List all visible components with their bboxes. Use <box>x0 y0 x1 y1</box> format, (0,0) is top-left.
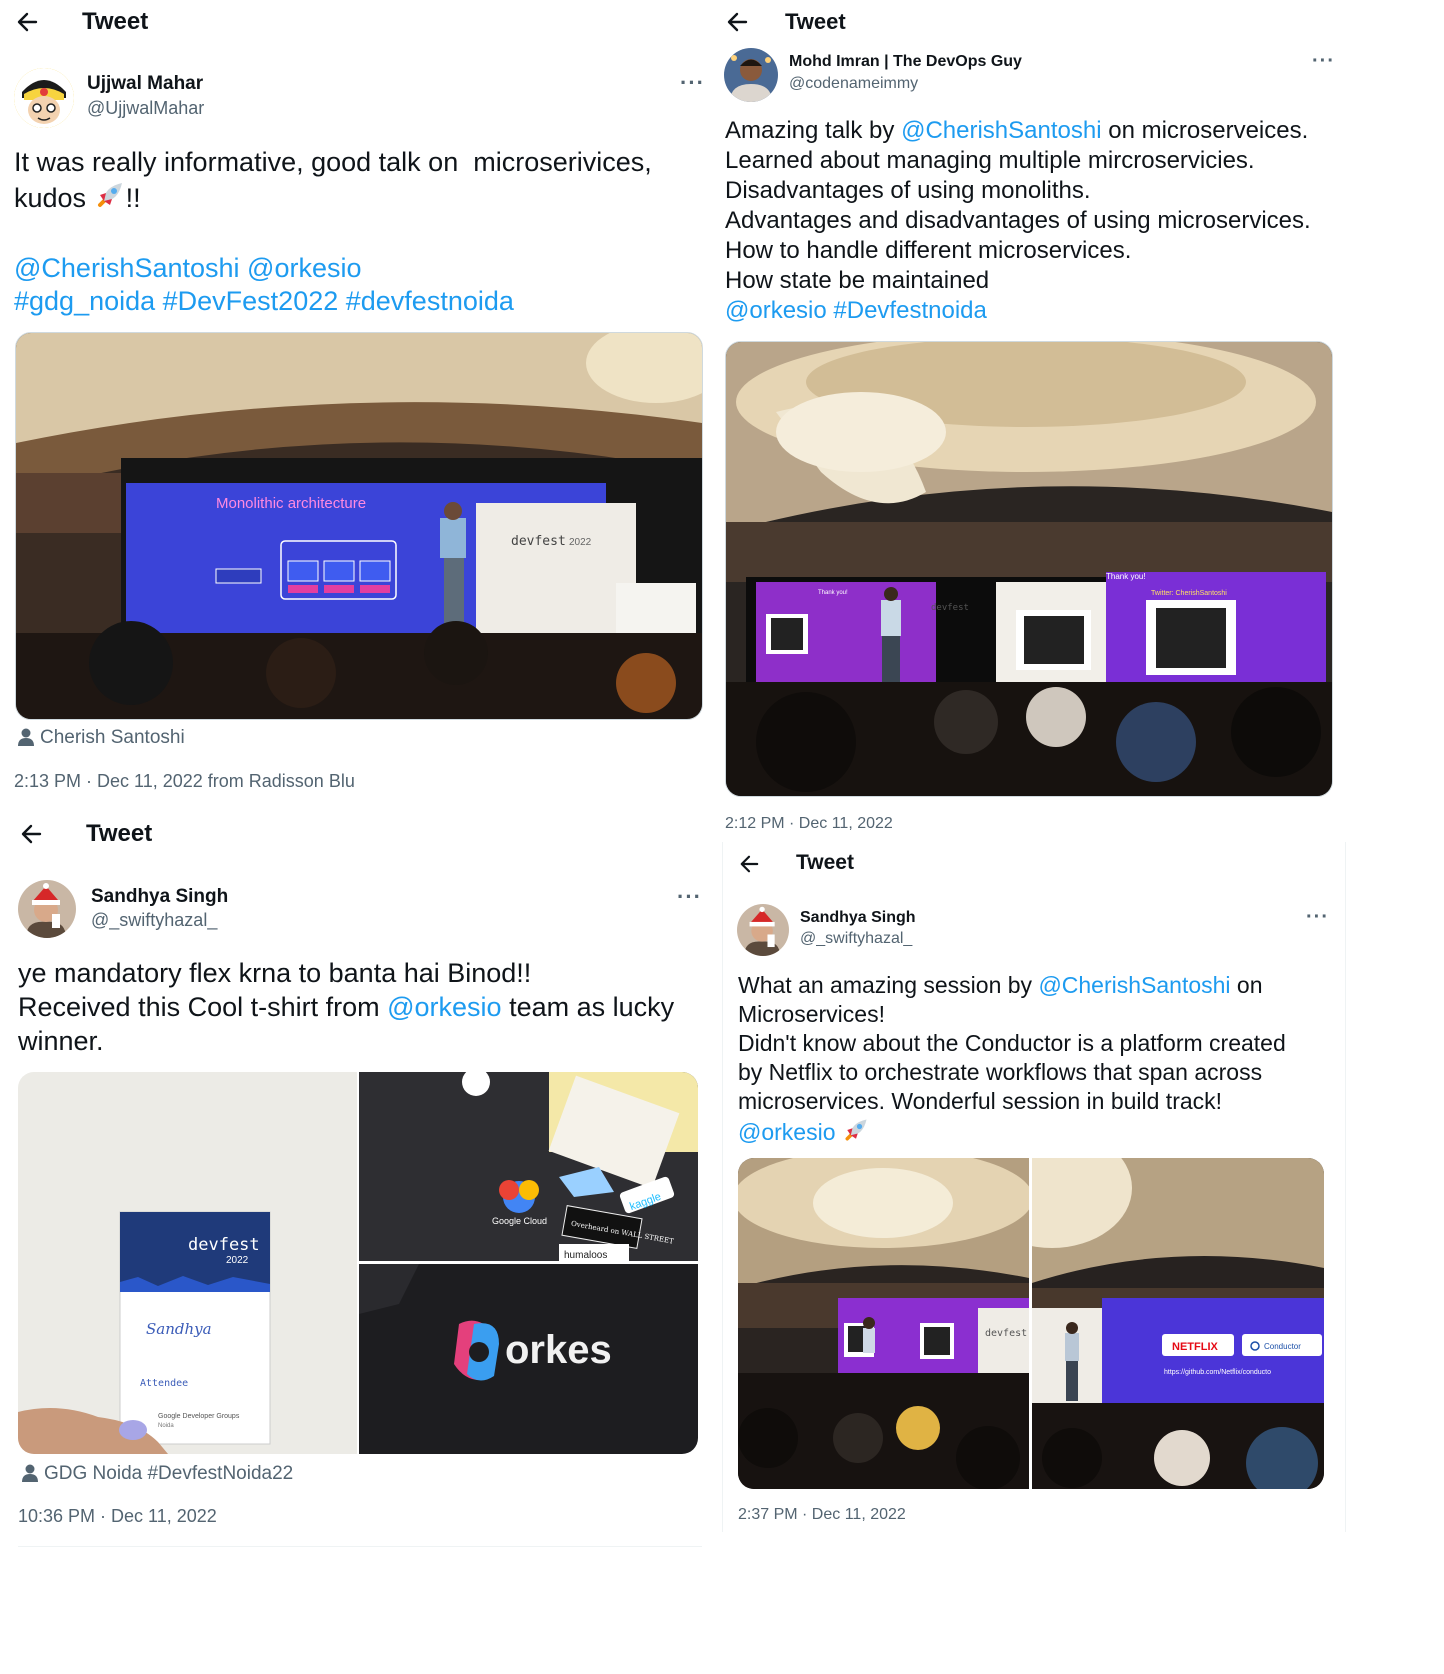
badge-role: Attendee <box>140 1378 188 1389</box>
badge-city: Noida <box>158 1423 174 1429</box>
mention-link[interactable]: @orkesio <box>738 1119 836 1145</box>
back-arrow-icon[interactable] <box>16 11 38 33</box>
tweet-text: Amazing talk by @CherishSantoshi on micr… <box>725 116 1440 326</box>
author-name[interactable]: Sandhya Singh <box>800 909 916 927</box>
tweet-text-intro: What an amazing session by <box>738 972 1039 998</box>
banner-year: 2022 <box>569 537 592 548</box>
sticker-google-cloud: Google Cloud <box>492 1216 547 1226</box>
tagged-person[interactable]: Cherish Santoshi <box>40 727 185 748</box>
tweet-timestamp[interactable]: 2:37 PM · Dec 11, 2022 <box>738 1506 906 1524</box>
tweet-photo[interactable]: Thank you! Thank you! Twitter: CherishSa… <box>725 341 1333 797</box>
netflix-logo: NETFLIX <box>1172 1341 1218 1353</box>
tweet-text: What an amazing session by @CherishSanto… <box>738 971 1344 1151</box>
mention-link[interactable]: @CherishSantoshi <box>14 253 240 283</box>
repo-url: https://github.com/Netflix/conducto <box>1164 1369 1271 1376</box>
back-arrow-icon[interactable] <box>20 823 42 845</box>
avatar[interactable] <box>724 48 778 102</box>
avatar[interactable] <box>737 904 789 956</box>
author-name[interactable]: Mohd Imran | The DevOps Guy <box>789 53 1022 71</box>
more-options-icon[interactable]: ··· <box>1312 50 1335 73</box>
photo-tag[interactable]: Cherish Santoshi <box>18 727 185 749</box>
more-options-icon[interactable]: ··· <box>680 70 705 96</box>
rocket-emoji-icon <box>94 179 126 219</box>
screen-thanks-left: Thank you! <box>818 590 848 596</box>
tweet-photo-grid: devfest 2022 Sandhya Attendee Google Dev… <box>18 1072 698 1454</box>
mention-link[interactable]: @CherishSantoshi <box>901 117 1101 144</box>
divider <box>18 1546 702 1547</box>
rocket-emoji-icon <box>842 1116 870 1151</box>
author-handle[interactable]: @codenameimmy <box>789 75 918 93</box>
more-options-icon[interactable]: ··· <box>677 884 702 910</box>
mention-link[interactable]: @CherishSantoshi <box>1038 972 1230 998</box>
page-title: Tweet <box>785 9 846 34</box>
tagged-account[interactable]: GDG Noida #DevfestNoida22 <box>44 1463 293 1484</box>
avatar[interactable] <box>18 880 76 938</box>
tweet-timestamp[interactable]: 2:12 PM · Dec 11, 2022 <box>725 815 893 833</box>
page-title: Tweet <box>82 8 149 35</box>
author-name[interactable]: Sandhya Singh <box>91 886 228 908</box>
more-options-icon[interactable]: ··· <box>1306 906 1329 929</box>
tweet-panel-sandhya-2: Tweet Sandhya Singh @_swiftyhazal_ ··· W… <box>722 842 1346 1532</box>
badge-title: devfest <box>188 1235 260 1255</box>
banner-title: devfest <box>985 1328 1027 1339</box>
photo-tag[interactable]: GDG Noida #DevfestNoida22 <box>22 1463 293 1485</box>
mention-link[interactable]: @orkesio <box>387 992 501 1022</box>
tweet-timestamp[interactable]: 2:13 PM · Dec 11, 2022 from Radisson Blu <box>14 771 355 792</box>
badge-name: Sandhya <box>146 1320 212 1338</box>
tweet-panel-sandhya-1: Tweet Sandhya Singh @_swiftyhazal_ ··· y… <box>0 812 712 1674</box>
author-handle[interactable]: @UjjwalMahar <box>87 98 204 119</box>
back-arrow-icon[interactable] <box>739 854 761 876</box>
mention-link[interactable]: @orkesio <box>247 253 361 283</box>
slide-title: Monolithic architecture <box>216 495 366 512</box>
tweet-text: ye mandatory flex krna to banta hai Bino… <box>18 956 708 1058</box>
tweet-photo[interactable]: Monolithic architecture devfest 2022 <box>15 332 703 720</box>
tweet-photo-grid: devfest NETFLIX Conductor https://github… <box>738 1158 1324 1489</box>
tweet-text: It was really informative, good talk on … <box>14 146 704 318</box>
tweet-photo-left[interactable]: devfest <box>738 1158 1029 1489</box>
person-tag-icon <box>18 727 40 748</box>
sticker-humaloos: humaloos <box>564 1250 607 1261</box>
tweet-photo-stickers[interactable]: Google Cloud kaggle Overheard on WALL ST… <box>359 1072 698 1261</box>
page-title: Tweet <box>796 851 854 874</box>
hashtag-link[interactable]: #Devfestnoida <box>833 297 986 324</box>
avatar[interactable] <box>14 68 74 128</box>
page-title: Tweet <box>86 820 153 847</box>
tweet-photo-badge[interactable]: devfest 2022 Sandhya Attendee Google Dev… <box>18 1072 357 1454</box>
back-arrow-icon[interactable] <box>726 11 748 33</box>
conductor-logo: Conductor <box>1264 1342 1301 1351</box>
mention-link[interactable]: @orkesio <box>725 297 827 324</box>
tweet-text-intro: Amazing talk by <box>725 117 902 144</box>
screen-thanks-right: Thank you! <box>1106 572 1146 581</box>
tweet-photo-right[interactable]: NETFLIX Conductor https://github.com/Net… <box>1032 1158 1324 1489</box>
tweet-panel-ujjwal: Tweet Ujjwal Mahar @UjjwalMahar ··· It w… <box>0 0 710 812</box>
screen-handle: Twitter: CherishSantoshi <box>1151 590 1227 597</box>
brand-orkes: orkes <box>505 1328 612 1372</box>
author-name[interactable]: Ujjwal Mahar <box>87 73 203 95</box>
author-handle[interactable]: @_swiftyhazal_ <box>91 910 217 931</box>
tweet-text-exclaim: !! <box>125 182 141 213</box>
badge-org: Google Developer Groups <box>158 1413 240 1420</box>
hashtag-links[interactable]: #gdg_noida #DevFest2022 #devfestnoida <box>14 286 514 316</box>
person-tag-icon <box>22 1463 44 1484</box>
tweet-timestamp[interactable]: 10:36 PM · Dec 11, 2022 <box>18 1506 217 1527</box>
author-handle[interactable]: @_swiftyhazal_ <box>800 930 912 948</box>
banner-title: devfest <box>511 534 566 549</box>
tweet-panel-imran: Tweet Mohd Imran | The DevOps Guy @coden… <box>712 0 1444 840</box>
tweet-photo-orkes[interactable]: orkes <box>359 1264 698 1454</box>
banner-title: devfest <box>931 603 969 613</box>
badge-year: 2022 <box>226 1255 249 1266</box>
